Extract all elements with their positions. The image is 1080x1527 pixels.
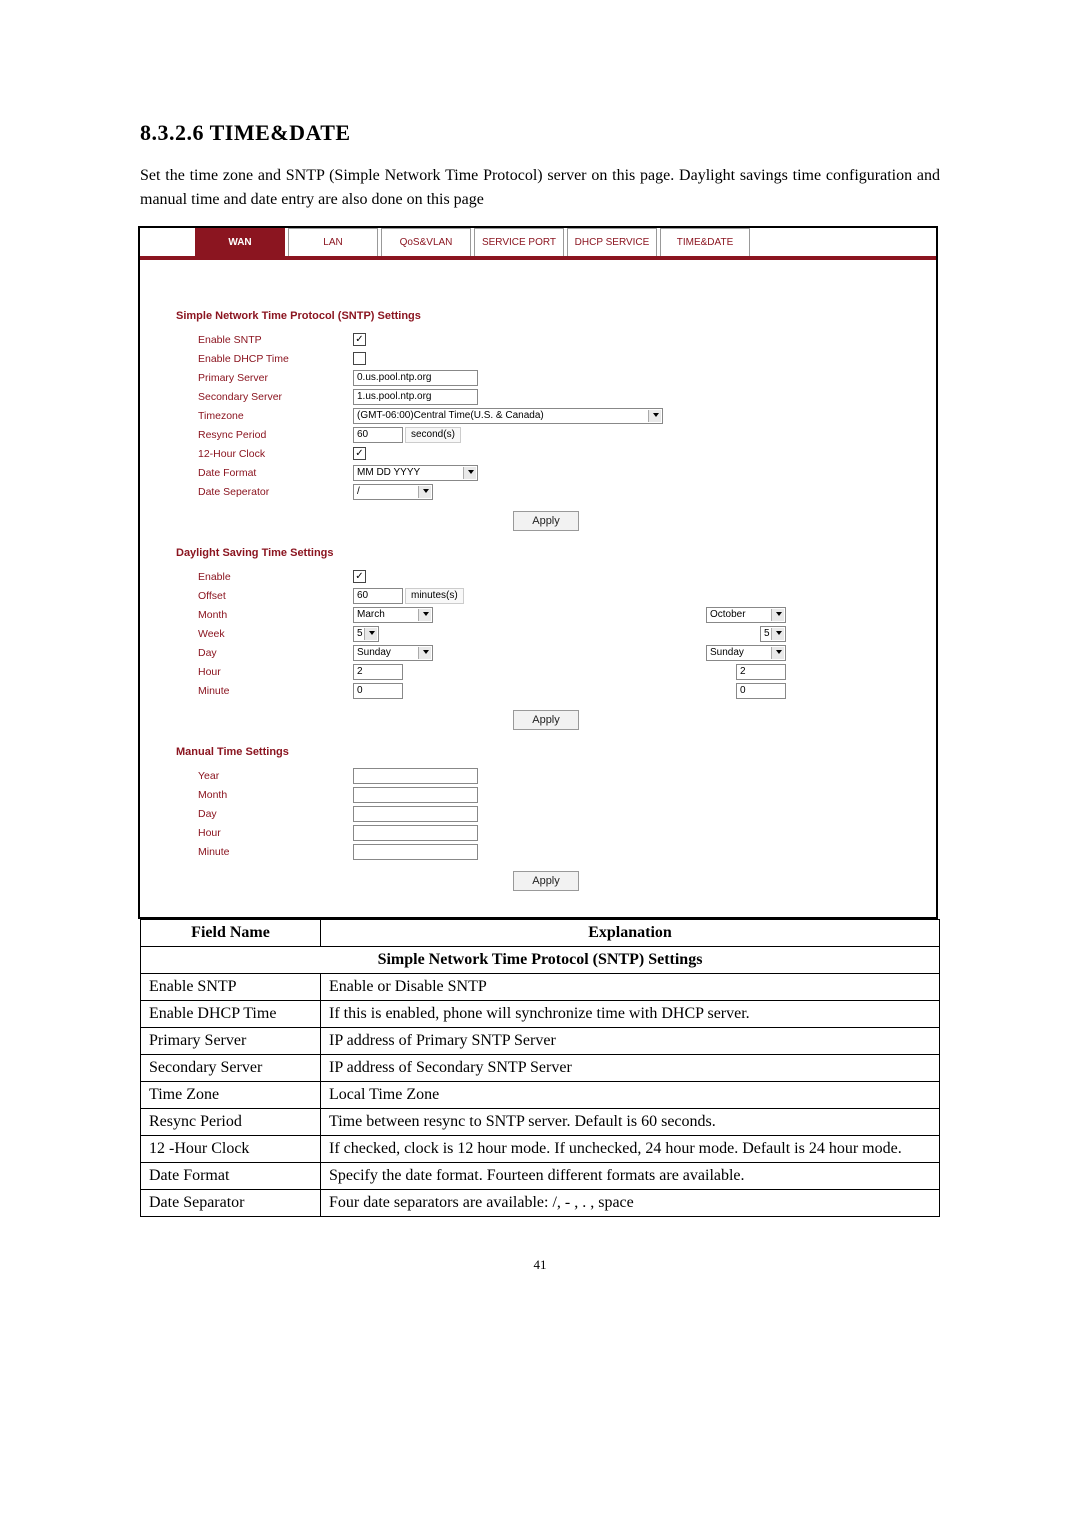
- primary-server-input[interactable]: 0.us.pool.ntp.org: [353, 370, 478, 386]
- config-screenshot: WAN LAN QoS&VLAN SERVICE PORT DHCP SERVI…: [138, 226, 938, 919]
- dst-minute-end-input[interactable]: 0: [736, 683, 786, 699]
- dst-month-start-select[interactable]: March: [353, 607, 433, 623]
- dst-month-end-select[interactable]: October: [706, 607, 786, 623]
- chevron-down-icon: [776, 650, 782, 654]
- manual-minute-input[interactable]: [353, 844, 478, 860]
- chevron-down-icon: [776, 612, 782, 616]
- chevron-down-icon: [369, 631, 375, 635]
- twelve-hour-clock-label: 12-Hour Clock: [198, 448, 353, 460]
- manual-day-label: Day: [198, 808, 353, 820]
- explanation-table: Field Name Explanation Simple Network Ti…: [140, 919, 940, 1217]
- dst-day-label: Day: [198, 647, 353, 659]
- table-row: Enable SNTPEnable or Disable SNTP: [141, 974, 940, 1001]
- table-row: Enable DHCP TimeIf this is enabled, phon…: [141, 1001, 940, 1028]
- enable-sntp-checkbox[interactable]: ✓: [353, 333, 366, 346]
- manual-year-input[interactable]: [353, 768, 478, 784]
- date-separator-label: Date Seperator: [198, 486, 353, 498]
- timezone-select[interactable]: (GMT-06:00)Central Time(U.S. & Canada): [353, 408, 663, 424]
- secondary-server-input[interactable]: 1.us.pool.ntp.org: [353, 389, 478, 405]
- tab-bar: WAN LAN QoS&VLAN SERVICE PORT DHCP SERVI…: [140, 228, 936, 260]
- date-format-label: Date Format: [198, 467, 353, 479]
- dst-hour-start-input[interactable]: 2: [353, 664, 403, 680]
- date-format-select[interactable]: MM DD YYYY: [353, 465, 478, 481]
- dst-offset-label: Offset: [198, 590, 353, 602]
- sntp-section-title: Simple Network Time Protocol (SNTP) Sett…: [176, 310, 916, 322]
- chevron-down-icon: [423, 650, 429, 654]
- manual-section-title: Manual Time Settings: [176, 746, 916, 758]
- tab-qosvlan[interactable]: QoS&VLAN: [381, 228, 471, 256]
- date-separator-select[interactable]: /: [353, 484, 433, 500]
- table-section-sntp: Simple Network Time Protocol (SNTP) Sett…: [141, 947, 940, 974]
- twelve-hour-clock-checkbox[interactable]: ✓: [353, 447, 366, 460]
- table-row: Primary ServerIP address of Primary SNTP…: [141, 1028, 940, 1055]
- secondary-server-label: Secondary Server: [198, 391, 353, 403]
- manual-hour-input[interactable]: [353, 825, 478, 841]
- resync-period-unit: second(s): [405, 427, 461, 443]
- timezone-label: Timezone: [198, 410, 353, 422]
- dst-week-end-select[interactable]: 5: [760, 626, 786, 642]
- dst-minute-start-input[interactable]: 0: [353, 683, 403, 699]
- table-header-explanation: Explanation: [321, 920, 940, 947]
- dst-enable-checkbox[interactable]: ✓: [353, 570, 366, 583]
- resync-period-input[interactable]: 60: [353, 427, 403, 443]
- dst-offset-unit: minutes(s): [405, 588, 464, 604]
- tab-wan[interactable]: WAN: [195, 228, 285, 256]
- resync-period-label: Resync Period: [198, 429, 353, 441]
- enable-dhcp-time-checkbox[interactable]: [353, 352, 366, 365]
- chevron-down-icon: [468, 470, 474, 474]
- dst-day-end-select[interactable]: Sunday: [706, 645, 786, 661]
- tab-lan[interactable]: LAN: [288, 228, 378, 256]
- table-row: 12 -Hour ClockIf checked, clock is 12 ho…: [141, 1136, 940, 1163]
- chevron-down-icon: [423, 489, 429, 493]
- dst-apply-button[interactable]: Apply: [513, 710, 579, 730]
- page-number: 41: [140, 1257, 940, 1273]
- enable-dhcp-time-label: Enable DHCP Time: [198, 353, 353, 365]
- manual-month-label: Month: [198, 789, 353, 801]
- table-row: Date SeparatorFour date separators are a…: [141, 1190, 940, 1217]
- chevron-down-icon: [776, 631, 782, 635]
- section-heading: 8.3.2.6 TIME&DATE: [140, 120, 940, 146]
- manual-day-input[interactable]: [353, 806, 478, 822]
- tab-time-date[interactable]: TIME&DATE: [660, 228, 750, 256]
- manual-minute-label: Minute: [198, 846, 353, 858]
- dst-hour-label: Hour: [198, 666, 353, 678]
- dst-week-label: Week: [198, 628, 353, 640]
- dst-hour-end-input[interactable]: 2: [736, 664, 786, 680]
- manual-year-label: Year: [198, 770, 353, 782]
- dst-week-start-select[interactable]: 5: [353, 626, 379, 642]
- manual-hour-label: Hour: [198, 827, 353, 839]
- table-row: Resync PeriodTime between resync to SNTP…: [141, 1109, 940, 1136]
- dst-enable-label: Enable: [198, 571, 353, 583]
- dst-section-title: Daylight Saving Time Settings: [176, 547, 916, 559]
- dst-offset-input[interactable]: 60: [353, 588, 403, 604]
- table-header-field: Field Name: [141, 920, 321, 947]
- manual-month-input[interactable]: [353, 787, 478, 803]
- primary-server-label: Primary Server: [198, 372, 353, 384]
- dst-minute-label: Minute: [198, 685, 353, 697]
- table-row: Date FormatSpecify the date format. Four…: [141, 1163, 940, 1190]
- tab-service-port[interactable]: SERVICE PORT: [474, 228, 564, 256]
- tab-dhcp-service[interactable]: DHCP SERVICE: [567, 228, 657, 256]
- table-row: Time ZoneLocal Time Zone: [141, 1082, 940, 1109]
- enable-sntp-label: Enable SNTP: [198, 334, 353, 346]
- chevron-down-icon: [653, 413, 659, 417]
- dst-month-label: Month: [198, 609, 353, 621]
- dst-day-start-select[interactable]: Sunday: [353, 645, 433, 661]
- sntp-apply-button[interactable]: Apply: [513, 511, 579, 531]
- table-row: Secondary ServerIP address of Secondary …: [141, 1055, 940, 1082]
- chevron-down-icon: [423, 612, 429, 616]
- manual-apply-button[interactable]: Apply: [513, 871, 579, 891]
- intro-paragraph: Set the time zone and SNTP (Simple Netwo…: [140, 164, 940, 212]
